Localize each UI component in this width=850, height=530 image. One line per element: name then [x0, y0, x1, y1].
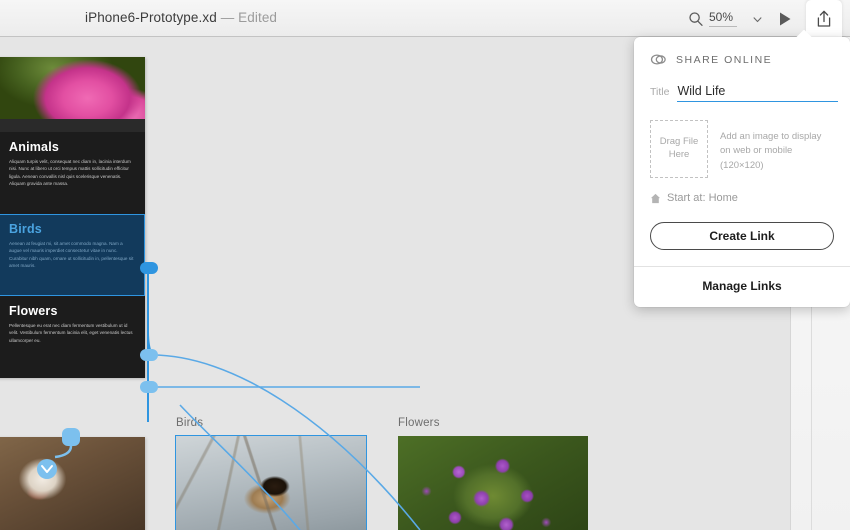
flower-photo — [398, 436, 588, 530]
hero-bottom-strip — [0, 119, 145, 132]
title-field-label: Title — [650, 86, 670, 98]
window-title-bar: iPhone6-Prototype.xd — Edited 50% — [0, 0, 850, 37]
card-animals[interactable]: Animals Aliquam turpis velit, consequat … — [0, 132, 145, 214]
card-birds-body: Birds Aenean at feugiat mi, sit amet com… — [0, 214, 145, 296]
share-upload-icon — [817, 10, 831, 27]
zoom-level-value[interactable]: 50% — [709, 10, 737, 27]
document-edited-state: — Edited — [220, 10, 278, 25]
document-name: iPhone6-Prototype.xd — [85, 10, 217, 25]
popover-header: SHARE ONLINE — [634, 37, 850, 72]
card-birds[interactable]: Birds Aenean at feugiat mi, sit amet com… — [0, 214, 145, 296]
card-animals-body: Animals Aliquam turpis velit, consequat … — [0, 132, 145, 214]
play-preview-button[interactable] — [778, 11, 792, 27]
artboard-photo-animals[interactable] — [0, 437, 145, 530]
title-field-row: Title — [650, 84, 839, 102]
start-at-row[interactable]: Start at: Home — [650, 192, 834, 204]
popover-title: SHARE ONLINE — [676, 53, 773, 66]
drag-file-dropzone[interactable]: Drag File Here — [650, 120, 708, 178]
artboard-home[interactable]: e Animals Aliquam turpis velit, consequa… — [0, 57, 145, 378]
document-title: iPhone6-Prototype.xd — Edited — [85, 10, 277, 25]
artboard-birds-label: Birds — [176, 417, 204, 429]
artboard-flowers-frame[interactable] — [398, 436, 588, 530]
home-icon — [650, 193, 661, 203]
chevron-down-icon[interactable] — [753, 16, 762, 23]
card-animals-title: Animals — [9, 140, 60, 154]
artboard-birds[interactable]: Birds — [175, 417, 367, 530]
card-flowers[interactable]: Flowers Pellentesque eu erat nec diam fe… — [0, 296, 145, 378]
popover-body: Title Drag File Here Add an image to dis… — [634, 72, 850, 250]
manage-links-button[interactable]: Manage Links — [634, 266, 850, 307]
artboard-flowers[interactable]: Flowers — [398, 417, 588, 530]
card-flowers-body: Flowers Pellentesque eu erat nec diam fe… — [0, 296, 145, 378]
bird-photo — [176, 436, 366, 530]
magnifier-icon — [689, 11, 703, 26]
artboard-flowers-label: Flowers — [398, 417, 440, 429]
card-flowers-text: Pellentesque eu erat nec diam fermentum … — [9, 323, 133, 343]
title-input[interactable] — [677, 84, 839, 102]
dropzone-description: Add an image to display on web or mobile… — [720, 120, 821, 173]
artboard-birds-frame[interactable] — [175, 435, 367, 530]
dropzone-desc-line-1: Add an image to display — [720, 131, 822, 142]
card-animals-text: Aliquam turpis velit, consequat nec diam… — [9, 159, 131, 187]
create-link-button[interactable]: Create Link — [650, 222, 834, 250]
creative-cloud-icon — [650, 54, 666, 65]
dropzone-desc-line-3: (120×120) — [720, 159, 764, 171]
dropzone-line-2: Here — [668, 149, 690, 160]
start-at-text: Start at: Home — [667, 192, 738, 204]
thumbnail-drop-row: Drag File Here Add an image to display o… — [650, 120, 834, 178]
dropzone-line-1: Drag File — [659, 136, 699, 148]
toolbar-right-controls: 50% — [688, 0, 842, 37]
popover-arrow — [796, 30, 812, 38]
dropzone-desc-line-2: on web or mobile — [720, 145, 793, 157]
card-flowers-title: Flowers — [9, 304, 58, 318]
zoom-control-group[interactable]: 50% — [688, 10, 762, 27]
card-birds-text: Aenean at feugiat mi, sit amet commodo m… — [9, 241, 134, 269]
hero-image: e — [0, 57, 145, 132]
xd-application-window: e Animals Aliquam turpis velit, consequa… — [0, 0, 850, 530]
share-online-popover[interactable]: SHARE ONLINE Title Drag File Here Add an… — [634, 37, 850, 307]
card-birds-title: Birds — [9, 222, 42, 236]
